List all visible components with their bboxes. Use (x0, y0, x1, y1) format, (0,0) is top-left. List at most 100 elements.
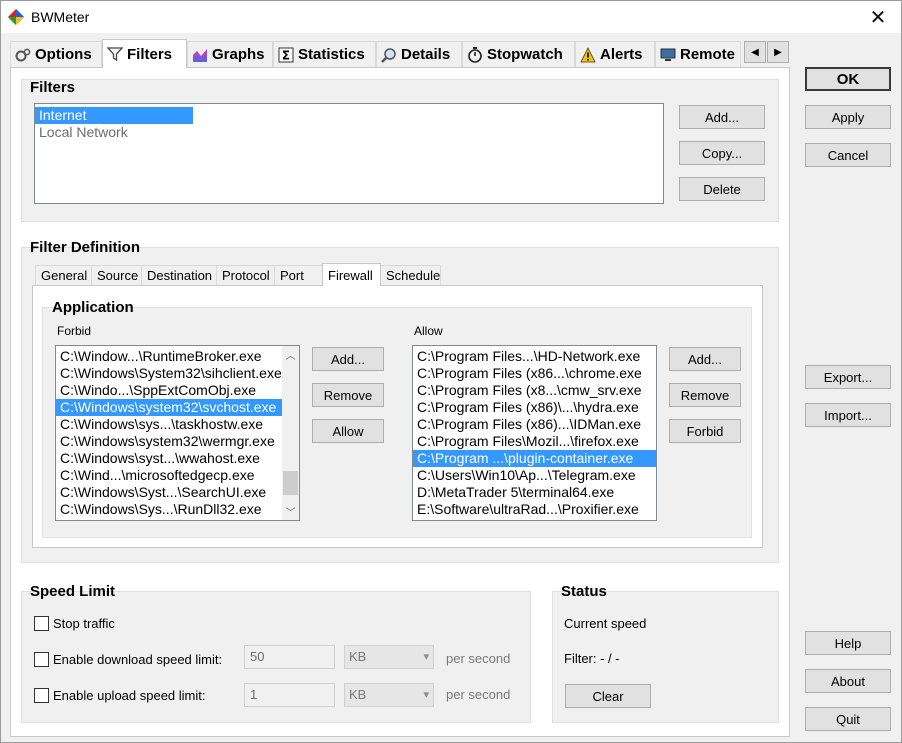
upload-limit-input[interactable]: 1 (244, 683, 335, 707)
allow-list-item[interactable]: C:\Program Files (x86)...\IDMan.exe (413, 416, 656, 433)
allow-list-item[interactable]: C:\Users\Win10\Ap...\Telegram.exe (413, 467, 656, 484)
download-unit-select[interactable]: KB ▾ (344, 645, 434, 669)
tab-alerts[interactable]: Alerts (575, 41, 655, 67)
filter-delete-button[interactable]: Delete (679, 177, 765, 201)
upload-limit-checkbox[interactable] (34, 688, 49, 703)
filters-list[interactable]: Internet Local Network (34, 103, 664, 204)
cancel-button[interactable]: Cancel (805, 143, 891, 167)
title-bar: BWMeter ✕ (1, 1, 901, 33)
tab-options[interactable]: Options (10, 41, 102, 67)
allow-list-item[interactable]: C:\Program Files\Mozil...\firefox.exe (413, 433, 656, 450)
quit-button[interactable]: Quit (805, 707, 891, 731)
forbid-list-item[interactable]: C:\Windows\syst...\wwahost.exe (56, 450, 282, 467)
sigma-icon: Σ (278, 47, 294, 62)
allow-forbid-button[interactable]: Forbid (669, 419, 741, 443)
help-button[interactable]: Help (805, 631, 891, 655)
allow-add-button[interactable]: Add... (669, 347, 741, 371)
upload-unit-select[interactable]: KB ▾ (344, 683, 434, 707)
tab-alerts-label: Alerts (600, 46, 643, 63)
export-button[interactable]: Export... (805, 365, 891, 389)
app-icon (8, 9, 24, 25)
chevron-up-icon[interactable]: ︿ (282, 346, 299, 363)
filter-status-text: Filter: - / - (564, 651, 620, 666)
forbid-list-item[interactable]: C:\Wind...\microsoftedgecp.exe (56, 467, 282, 484)
subtab-source[interactable]: Source (91, 265, 142, 285)
filters-group-title: Filters (30, 79, 76, 96)
main-tab-strip: Options Filters Graphs Σ Statistics Deta… (10, 39, 790, 68)
upload-per-second-label: per second (446, 687, 511, 702)
bwmeter-window: BWMeter ✕ Options Filters Graphs Σ Stati… (0, 0, 902, 743)
tab-options-label: Options (35, 46, 92, 63)
allow-list-item[interactable]: C:\Program ...\plugin-container.exe (413, 450, 656, 467)
tab-statistics[interactable]: Σ Statistics (273, 41, 376, 67)
ok-button[interactable]: OK (805, 67, 891, 91)
allow-list-item[interactable]: C:\Program Files (x86)\...\hydra.exe (413, 399, 656, 416)
forbid-list-item[interactable]: C:\Windows\System32\sihclient.exe (56, 365, 282, 382)
download-limit-checkbox[interactable] (34, 652, 49, 667)
download-limit-input[interactable]: 50 (244, 645, 335, 669)
filter-item-local-network[interactable]: Local Network (35, 124, 663, 141)
upload-limit-label: Enable upload speed limit: (53, 688, 206, 703)
tab-scroll-left-button[interactable]: ◀ (744, 41, 766, 63)
forbid-list[interactable]: C:\Window...\RuntimeBroker.exe C:\Window… (55, 345, 300, 521)
forbid-label: Forbid (57, 324, 92, 338)
forbid-list-item[interactable]: C:\Windows\Syst...\SearchUI.exe (56, 484, 282, 501)
speed-limit-title: Speed Limit (30, 583, 116, 600)
forbid-remove-button[interactable]: Remove (312, 383, 384, 407)
tab-stopwatch[interactable]: Stopwatch (462, 41, 575, 67)
gear-icon (15, 48, 31, 61)
forbid-allow-button[interactable]: Allow (312, 419, 384, 443)
filter-definition-title: Filter Definition (30, 239, 140, 256)
forbid-list-item[interactable]: C:\Windows\sys...\taskhostw.exe (56, 416, 282, 433)
application-title: Application (52, 299, 134, 316)
allow-remove-button[interactable]: Remove (669, 383, 741, 407)
window-title: BWMeter (31, 9, 90, 25)
subtab-destination[interactable]: Destination (141, 265, 217, 285)
allow-list-item[interactable]: C:\Program Files...\HD-Network.exe (413, 348, 656, 365)
forbid-list-item[interactable]: C:\Windows\system32\svchost.exe (56, 399, 282, 416)
forbid-add-button[interactable]: Add... (312, 347, 384, 371)
close-button[interactable]: ✕ (855, 1, 901, 33)
tab-details[interactable]: Details (376, 41, 462, 67)
allow-list-item[interactable]: E:\Software\ultraRad...\Proxifier.exe (413, 501, 656, 518)
download-limit-label: Enable download speed limit: (53, 652, 223, 667)
allow-list-item[interactable]: C:\Program Files (x86...\chrome.exe (413, 365, 656, 382)
filter-copy-button[interactable]: Copy... (679, 141, 765, 165)
subtab-firewall[interactable]: Firewall (322, 263, 381, 286)
download-per-second-label: per second (446, 651, 511, 666)
filter-add-button[interactable]: Add... (679, 105, 765, 129)
magnifier-icon (381, 47, 396, 63)
forbid-list-item[interactable]: C:\Window...\RuntimeBroker.exe (56, 348, 282, 365)
forbid-list-item[interactable]: C:\Windo...\SppExtComObj.exe (56, 382, 282, 399)
chevron-down-icon: ▾ (423, 651, 429, 663)
forbid-list-scrollbar[interactable]: ︿ ﹀ (282, 346, 299, 520)
monitor-icon (660, 48, 676, 61)
clear-button[interactable]: Clear (565, 684, 651, 708)
allow-list-item[interactable]: D:\MetaTrader 5\terminal64.exe (413, 484, 656, 501)
forbid-list-item[interactable]: C:\Windows\Sys...\RunDll32.exe (56, 501, 282, 518)
import-button[interactable]: Import... (805, 403, 891, 427)
tab-filters[interactable]: Filters (102, 39, 187, 68)
funnel-icon (107, 47, 123, 62)
tab-graphs[interactable]: Graphs (187, 41, 273, 67)
tab-statistics-label: Statistics (298, 46, 365, 63)
subtab-protocol[interactable]: Protocol (216, 265, 275, 285)
subtab-general[interactable]: General (35, 265, 92, 285)
allow-list-item[interactable]: C:\Program Files (x8...\cmw_srv.exe (413, 382, 656, 399)
chevron-down-icon[interactable]: ﹀ (282, 503, 299, 520)
subtab-schedule[interactable]: Schedule (380, 265, 441, 285)
filter-item-internet[interactable]: Internet (35, 107, 193, 124)
about-button[interactable]: About (805, 669, 891, 693)
chevron-down-icon: ▾ (423, 689, 429, 701)
tab-scroll-right-button[interactable]: ▶ (767, 41, 789, 63)
triangle-left-icon: ◀ (751, 46, 759, 58)
subtab-port[interactable]: Port (274, 265, 323, 285)
allow-list[interactable]: C:\Program Files...\HD-Network.exe C:\Pr… (412, 345, 657, 521)
tab-details-label: Details (401, 46, 451, 63)
stop-traffic-checkbox[interactable] (34, 616, 49, 631)
close-icon: ✕ (869, 6, 887, 29)
tab-remote[interactable]: Remote (655, 41, 741, 67)
apply-button[interactable]: Apply (805, 105, 891, 129)
scrollbar-thumb[interactable] (283, 471, 298, 495)
forbid-list-item[interactable]: C:\Windows\system32\wermgr.exe (56, 433, 282, 450)
